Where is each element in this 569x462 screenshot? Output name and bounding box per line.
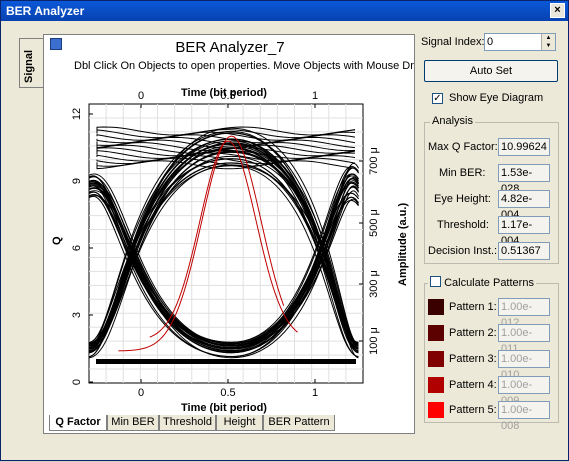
pattern-3-color <box>428 351 444 367</box>
analysis-group-title: Analysis <box>430 115 475 127</box>
tab-ber-pattern[interactable]: BER Pattern <box>263 415 335 431</box>
min-ber-value: 1.53e-028 <box>498 164 550 195</box>
pattern-5-color <box>428 402 444 418</box>
x-axis-title-bottom: Time (bit period) <box>181 402 267 414</box>
threshold-value: 1.17e-004 <box>498 216 550 247</box>
x-axis-title-top: Time (bit period) <box>181 87 267 99</box>
y-left-tick-label: 12 <box>71 108 83 120</box>
pattern-2-color <box>428 325 444 341</box>
min-ber-label: Min BER: <box>439 167 486 179</box>
pattern-5-label: Pattern 5: <box>449 404 497 416</box>
pattern-1-label: Pattern 1: <box>449 301 497 313</box>
spin-down-icon[interactable]: ▼ <box>541 42 555 50</box>
y-axis-title-left: Q <box>51 236 63 245</box>
pattern-4-value[interactable]: 1.00e-009 <box>498 376 550 407</box>
tab-height[interactable]: Height <box>216 415 263 431</box>
show-eye-label: Show Eye Diagram <box>449 92 544 104</box>
pattern-4-label: Pattern 4: <box>449 379 497 391</box>
x-tick-label-bottom: 0 <box>138 387 144 399</box>
x-tick-label-top: 0 <box>138 90 144 102</box>
x-tick-label-top: 1 <box>312 90 318 102</box>
y-right-tick-label: 700 μ <box>368 147 380 175</box>
y-right-tick-label: 500 μ <box>368 209 380 237</box>
decision-inst-label: Decision Inst.: <box>428 245 498 257</box>
y-right-tick-label: 300 μ <box>368 270 380 298</box>
y-left-tick-label: 3 <box>71 312 83 318</box>
calculate-patterns-checkbox[interactable] <box>430 276 441 287</box>
pattern-3-label: Pattern 3: <box>449 353 497 365</box>
pattern-2-value[interactable]: 1.00e-011 <box>498 324 550 355</box>
signal-index-spinner[interactable]: ▲ ▼ <box>484 33 556 51</box>
eye-height-value: 4.82e-004 <box>498 190 550 221</box>
tab-threshold[interactable]: Threshold <box>159 415 216 431</box>
max-q-label: Max Q Factor: <box>428 141 498 153</box>
auto-set-button[interactable]: Auto Set <box>424 60 558 82</box>
tab-min-ber[interactable]: Min BER <box>107 415 159 431</box>
pattern-2-label: Pattern 2: <box>449 327 497 339</box>
pattern-4-color <box>428 377 444 393</box>
y-left-tick-label: 0 <box>71 379 83 385</box>
y-left-tick-label: 6 <box>71 245 83 251</box>
y-axis-title-right: Amplitude (a.u.) <box>397 202 409 286</box>
y-right-tick-label: 100 μ <box>368 327 380 355</box>
pattern-1-color <box>428 299 444 315</box>
spin-up-icon[interactable]: ▲ <box>541 34 555 42</box>
pattern-3-value[interactable]: 1.00e-010 <box>498 350 550 381</box>
show-eye-checkbox[interactable]: ✓ <box>432 93 443 104</box>
pattern-1-value[interactable]: 1.00e-012 <box>498 298 550 329</box>
eye-baseline <box>96 359 356 364</box>
signal-index-input[interactable] <box>485 34 541 50</box>
calculate-patterns-label: Calculate Patterns <box>444 277 534 289</box>
signal-index-label: Signal Index: <box>421 36 485 48</box>
decision-inst-value: 0.51367 <box>498 242 550 260</box>
max-q-value: 10.99624 <box>498 138 550 156</box>
tab-q-factor[interactable]: Q Factor <box>49 415 107 431</box>
threshold-label: Threshold: <box>437 219 489 231</box>
eye-height-label: Eye Height: <box>434 193 491 205</box>
pattern-5-value[interactable]: 1.00e-008 <box>498 401 550 432</box>
patterns-group-title-wrap: Calculate Patterns <box>428 276 536 289</box>
ber-analyzer-window: BER Analyzer × Signal BER Analyzer_7 Dbl… <box>0 0 569 461</box>
y-left-tick-label: 9 <box>71 178 83 184</box>
x-tick-label-bottom: 0.5 <box>220 387 235 399</box>
x-tick-label-bottom: 1 <box>312 387 318 399</box>
